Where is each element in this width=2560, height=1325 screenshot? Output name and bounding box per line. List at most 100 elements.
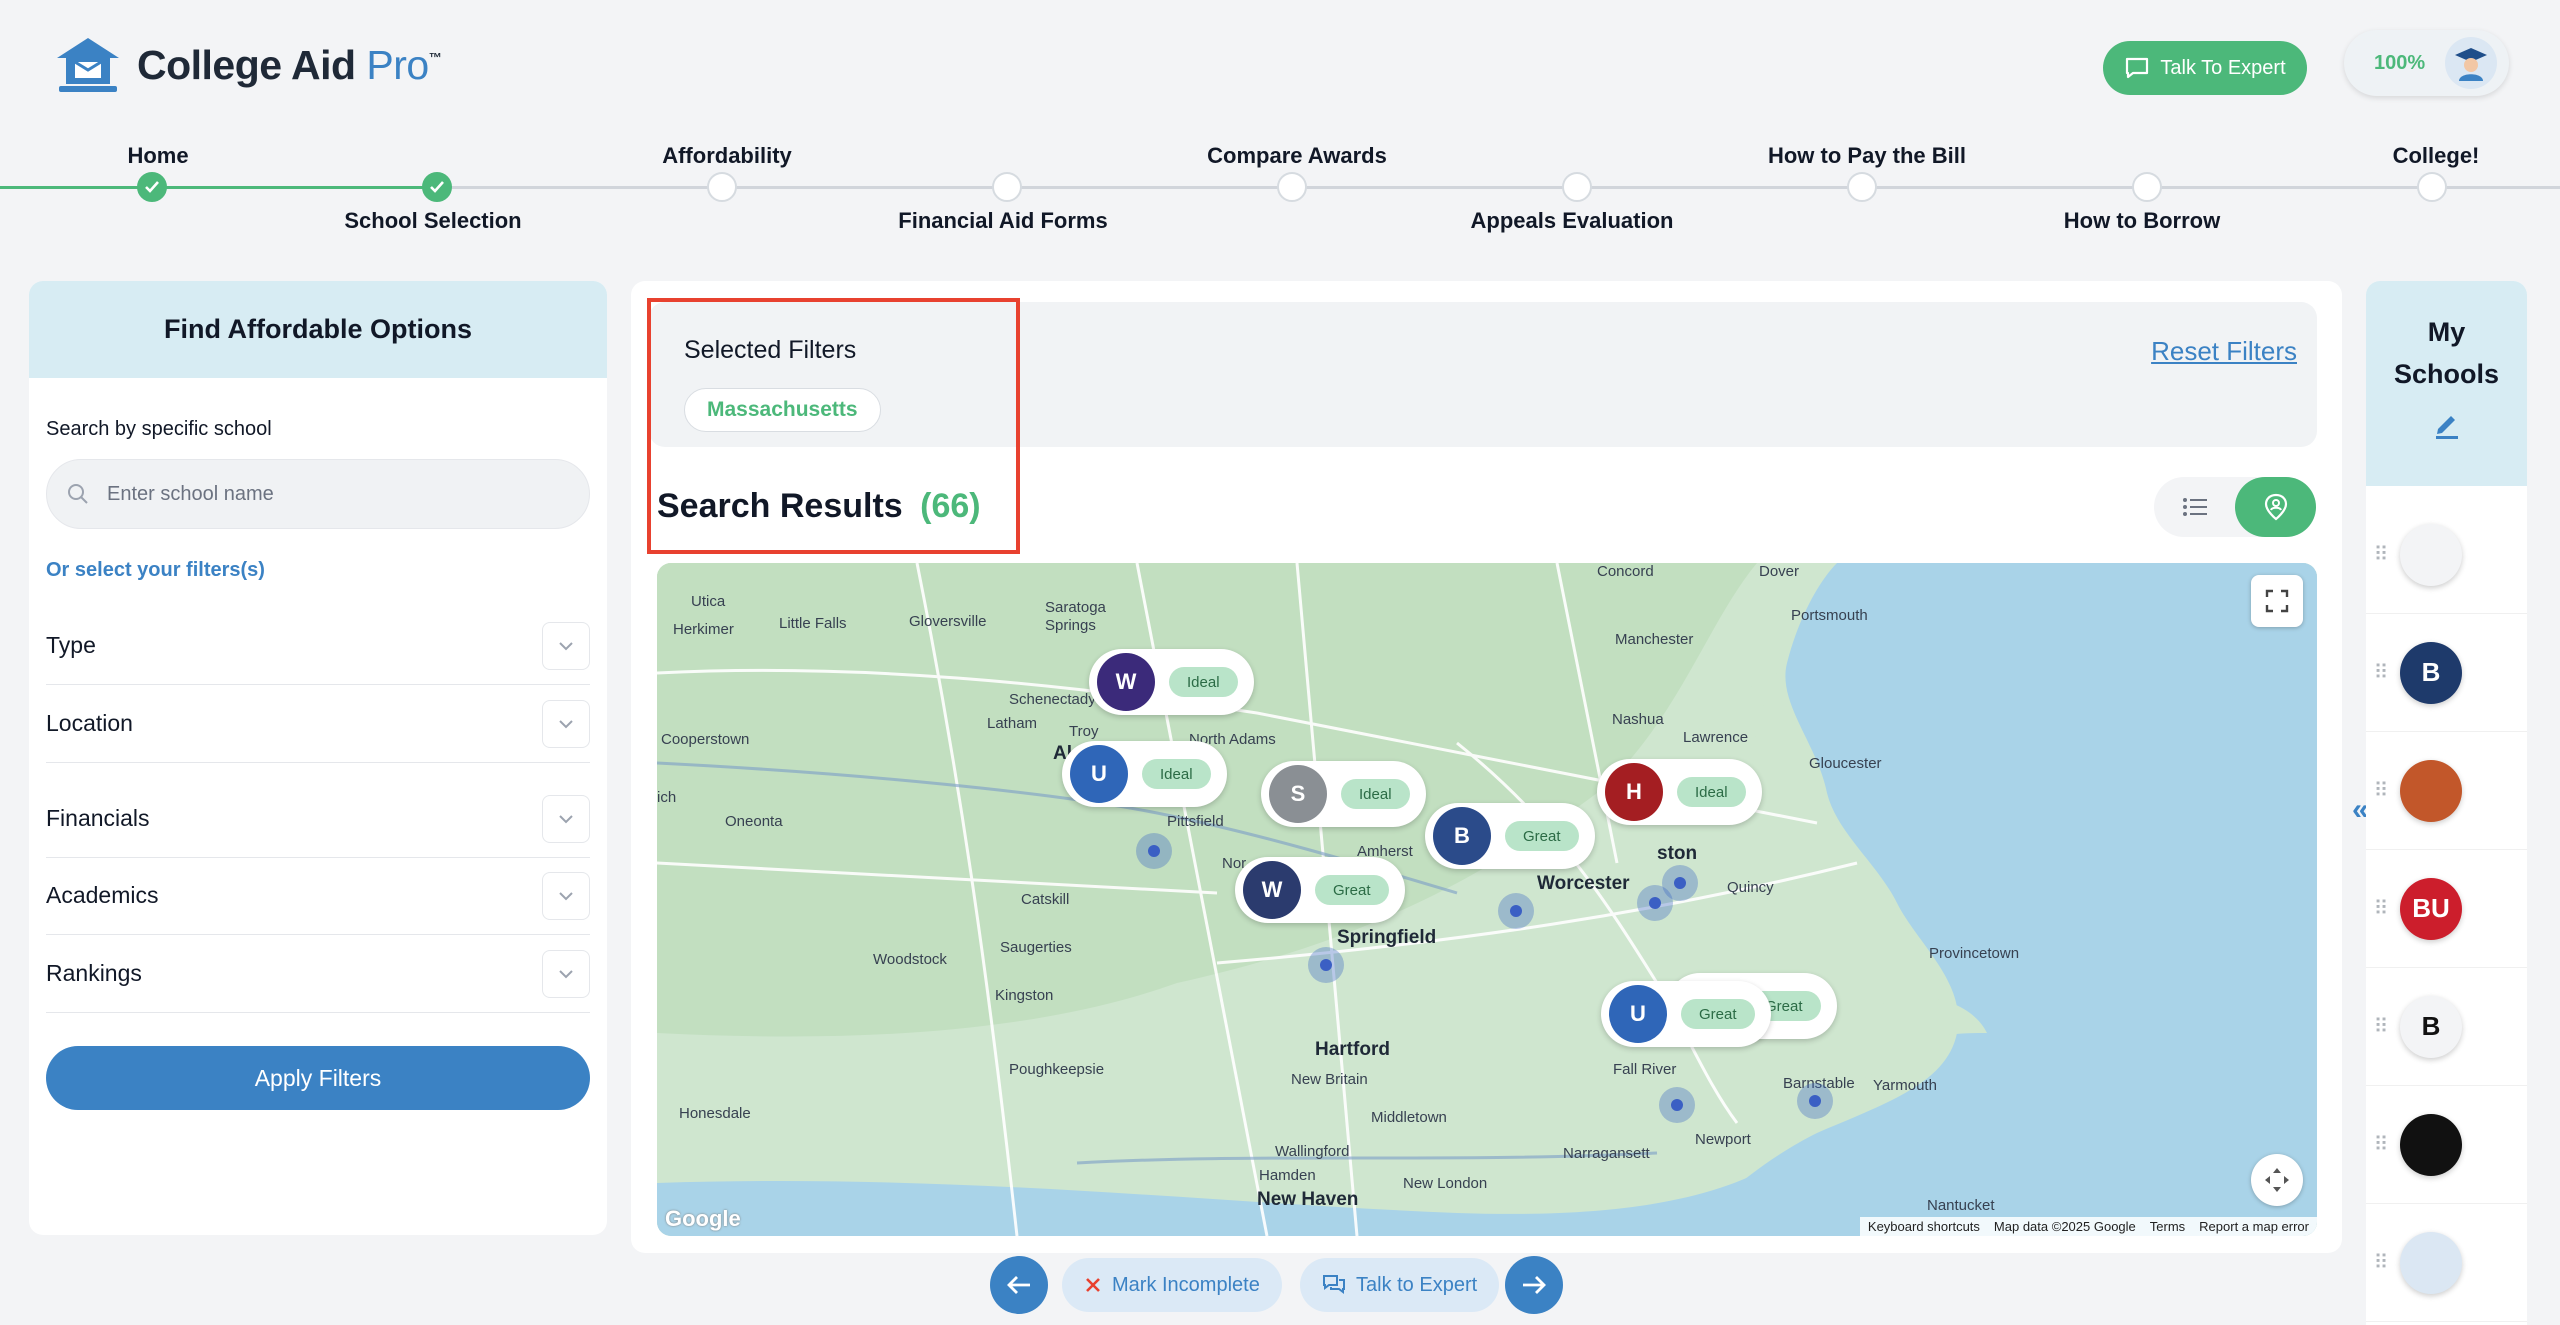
school-search-box[interactable] <box>46 459 590 529</box>
map-label-herkimer: Herkimer <box>673 621 734 638</box>
map-cluster-pin[interactable] <box>1308 947 1344 983</box>
drag-handle-icon[interactable]: ⠿ <box>2366 1132 2396 1157</box>
map-data-text: Map data ©2025 Google <box>1993 1219 2136 1234</box>
keyboard-shortcuts-link[interactable]: Keyboard shortcuts <box>1868 1219 1980 1234</box>
logo[interactable]: College Aid Pro™ <box>55 36 442 94</box>
map-school-marker[interactable]: U Great <box>1601 981 1771 1047</box>
my-school-item[interactable]: ⠿ <box>2366 1086 2527 1204</box>
school-logo-icon: B <box>2400 641 2462 704</box>
apply-filters-button[interactable]: Apply Filters <box>46 1046 590 1110</box>
filter-rankings[interactable]: Rankings <box>46 935 590 1013</box>
my-school-item[interactable]: ⠿ <box>2366 496 2527 614</box>
recenter-icon[interactable] <box>2251 1154 2303 1206</box>
filter-financials[interactable]: Financials <box>46 780 590 858</box>
step-dot-home-check-icon[interactable] <box>137 172 167 202</box>
list-view-button[interactable] <box>2154 477 2235 537</box>
map-cluster-pin[interactable] <box>1662 865 1698 901</box>
step-appeals-evaluation[interactable]: Appeals Evaluation <box>1471 208 1674 234</box>
edit-pencil-icon[interactable] <box>2432 409 2462 439</box>
drag-handle-icon[interactable]: ⠿ <box>2366 778 2396 803</box>
school-logo-icon: B <box>2400 995 2462 1058</box>
map-cluster-pin[interactable] <box>1136 833 1172 869</box>
step-college[interactable]: College! <box>2393 143 2480 169</box>
step-dot-college[interactable] <box>2417 172 2447 202</box>
step-compare-awards[interactable]: Compare Awards <box>1207 143 1387 169</box>
school-logo-icon <box>2400 759 2462 822</box>
map-label-saugerties: Saugerties <box>1000 939 1072 956</box>
my-school-item[interactable]: ⠿ B <box>2366 968 2527 1086</box>
step-school-selection[interactable]: School Selection <box>344 208 521 234</box>
filter-academics[interactable]: Academics <box>46 857 590 935</box>
map-school-marker[interactable]: W Ideal <box>1089 649 1254 715</box>
step-affordability[interactable]: Affordability <box>662 143 792 169</box>
step-dot-affordability[interactable] <box>707 172 737 202</box>
my-school-item[interactable]: ⠿ BU <box>2366 850 2527 968</box>
school-logo-icon: S <box>1269 765 1327 823</box>
school-logo-icon: B <box>1433 807 1491 865</box>
filter-type[interactable]: Type <box>46 607 590 685</box>
my-school-item[interactable]: ⠿ B <box>2366 614 2527 732</box>
map-base <box>657 563 2317 1236</box>
previous-step-button[interactable] <box>990 1256 1048 1314</box>
chevron-down-icon[interactable] <box>542 699 590 748</box>
step-dot-school-selection-check-icon[interactable] <box>422 172 452 202</box>
map-school-marker[interactable]: S Ideal <box>1261 761 1426 827</box>
map-cluster-pin[interactable] <box>1797 1083 1833 1119</box>
step-how-to-pay[interactable]: How to Pay the Bill <box>1768 143 1966 169</box>
chevron-down-icon[interactable] <box>542 949 590 998</box>
step-dot-how-to-pay[interactable] <box>1847 172 1877 202</box>
search-results-title: Search Results (66) <box>657 487 981 526</box>
mark-incomplete-button[interactable]: Mark Incomplete <box>1062 1258 1282 1312</box>
talk-to-expert-button[interactable]: Talk To Expert <box>2103 41 2307 95</box>
map-cluster-pin[interactable] <box>1659 1087 1695 1123</box>
step-dot-compare-awards[interactable] <box>1277 172 1307 202</box>
school-search-input[interactable] <box>107 482 547 506</box>
drag-handle-icon[interactable]: ⠿ <box>2366 896 2396 921</box>
step-dot-financial-aid-forms[interactable] <box>992 172 1022 202</box>
chat-icon <box>2126 57 2149 79</box>
report-map-error-link[interactable]: Report a map error <box>2199 1219 2309 1234</box>
school-logo-icon: U <box>1070 745 1128 803</box>
map-attribution: Keyboard shortcuts Map data ©2025 Google… <box>1859 1217 2317 1236</box>
fit-tag: Ideal <box>1677 777 1746 807</box>
fullscreen-icon[interactable] <box>2251 575 2303 627</box>
profile-progress[interactable]: 100% <box>2344 30 2509 96</box>
results-map[interactable]: Utica Herkimer Little Falls Gloversville… <box>657 563 2317 1236</box>
filter-financials-label: Financials <box>46 805 150 831</box>
filter-location[interactable]: Location <box>46 685 590 763</box>
map-school-marker[interactable]: B Great <box>1425 803 1595 869</box>
talk-to-expert-bottom-button[interactable]: Talk to Expert <box>1300 1258 1500 1312</box>
drag-handle-icon[interactable]: ⠿ <box>2366 542 2396 567</box>
close-x-icon <box>1086 1278 1100 1292</box>
map-school-marker[interactable]: W Great <box>1235 857 1405 923</box>
drag-handle-icon[interactable]: ⠿ <box>2366 1014 2396 1039</box>
my-school-item[interactable]: ⠿ <box>2366 732 2527 850</box>
step-home[interactable]: Home <box>127 143 188 169</box>
step-dot-how-to-borrow[interactable] <box>2132 172 2162 202</box>
map-label-catskill: Catskill <box>1021 891 1070 908</box>
step-financial-aid-forms[interactable]: Financial Aid Forms <box>898 208 1107 234</box>
step-dot-appeals-evaluation[interactable] <box>1562 172 1592 202</box>
map-label-new-london: New London <box>1403 1175 1488 1192</box>
terms-link[interactable]: Terms <box>2150 1219 2185 1234</box>
next-step-button[interactable] <box>1505 1256 1563 1314</box>
chevron-down-icon[interactable] <box>542 794 590 843</box>
step-how-to-borrow[interactable]: How to Borrow <box>2064 208 2220 234</box>
my-school-item[interactable]: ⠿ <box>2366 1204 2527 1322</box>
school-logo-icon <box>2400 523 2462 586</box>
map-label-worcester: Worcester <box>1537 873 1630 894</box>
map-label-gloucester: Gloucester <box>1809 755 1882 772</box>
drag-handle-icon[interactable]: ⠿ <box>2366 1250 2396 1275</box>
map-school-marker[interactable]: U Ideal <box>1062 741 1227 807</box>
map-view-button[interactable] <box>2235 477 2316 537</box>
chat-bubbles-icon <box>1323 1275 1345 1294</box>
my-schools-title-2: Schools <box>2393 359 2500 389</box>
reset-filters-link[interactable]: Reset Filters <box>2151 336 2297 367</box>
map-cluster-pin[interactable] <box>1498 893 1534 929</box>
map-label-schenectady: Schenectady <box>1009 691 1096 708</box>
chevron-down-icon[interactable] <box>542 871 590 920</box>
filter-panel: Find Affordable Options Search by specif… <box>29 281 607 1235</box>
map-school-marker[interactable]: H Ideal <box>1597 759 1762 825</box>
chevron-down-icon[interactable] <box>542 621 590 670</box>
drag-handle-icon[interactable]: ⠿ <box>2366 660 2396 685</box>
